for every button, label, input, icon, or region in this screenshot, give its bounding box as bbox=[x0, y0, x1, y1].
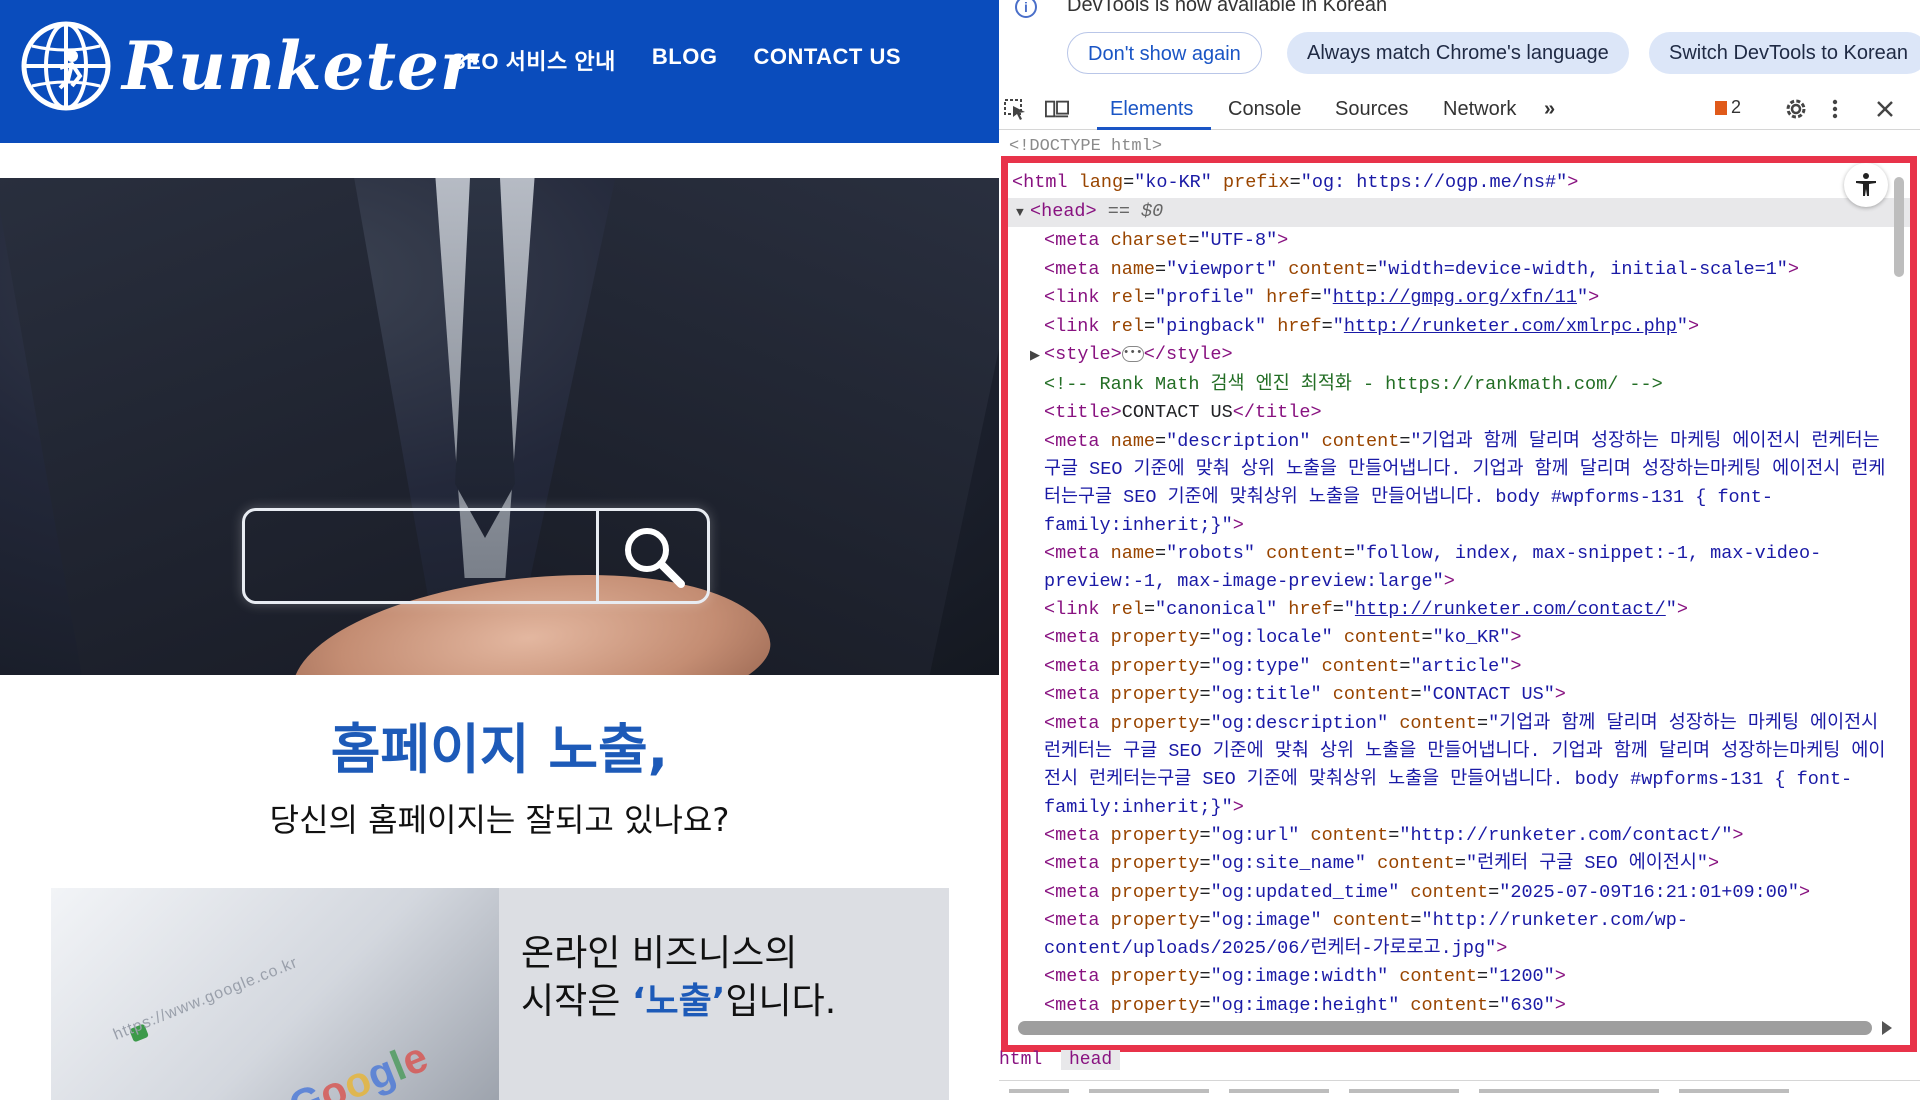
scroll-right-arrow-icon[interactable] bbox=[1882, 1021, 1892, 1035]
infobar-message: DevTools is now available in Korean bbox=[1067, 0, 1388, 16]
breadcrumb-head[interactable]: head bbox=[1061, 1050, 1121, 1070]
hero-image bbox=[0, 178, 999, 675]
dom-node-link[interactable]: <link rel="pingback" href="http://runket… bbox=[1008, 313, 1910, 342]
pingback-link[interactable]: http://runketer.com/xmlrpc.php bbox=[1344, 316, 1677, 337]
dom-node-meta-og-description[interactable]: <meta property="og:description" content=… bbox=[1008, 710, 1910, 822]
accessibility-icon[interactable] bbox=[1844, 163, 1888, 207]
language-infobar: i DevTools is now available in Korean Do… bbox=[999, 0, 1920, 88]
ellipsis-icon[interactable]: ••• bbox=[1121, 346, 1144, 363]
dom-node-meta-og-image-height[interactable]: <meta property="og:image:height" content… bbox=[1008, 992, 1910, 1014]
switch-to-korean-button[interactable]: Switch DevTools to Korean bbox=[1649, 32, 1920, 74]
dont-show-again-button[interactable]: Don't show again bbox=[1067, 32, 1262, 74]
highlight-exposure: ‘노출’ bbox=[631, 981, 726, 1022]
tab-elements[interactable]: Elements bbox=[1110, 98, 1193, 121]
profile-link[interactable]: http://gmpg.org/xfn/11 bbox=[1333, 287, 1577, 308]
inspect-element-icon[interactable] bbox=[1003, 98, 1027, 120]
search-icon bbox=[599, 511, 707, 601]
issue-flag-icon bbox=[1715, 101, 1727, 115]
logo-wordmark: Runketer bbox=[122, 27, 476, 105]
tab-network[interactable]: Network bbox=[1443, 98, 1516, 121]
breadcrumb-html[interactable]: html bbox=[999, 1050, 1042, 1070]
dom-tree: <html lang="ko-KR" prefix="og: https://o… bbox=[1008, 163, 1910, 1013]
dom-node-meta-og[interactable]: <meta property="og:site_name" content="런… bbox=[1008, 850, 1910, 879]
expand-triangle-icon[interactable]: ▼ bbox=[1016, 199, 1030, 228]
horizontal-scrollbar[interactable] bbox=[1018, 1021, 1872, 1035]
selected-node-ref: == $0 bbox=[1107, 200, 1164, 222]
site-header: Runketer SEO 서비스 안내 BLOG CONTACT US bbox=[0, 0, 999, 143]
dom-node-meta-og[interactable]: <meta property="og:title" content="CONTA… bbox=[1008, 681, 1910, 710]
canonical-link[interactable]: http://runketer.com/contact/ bbox=[1355, 599, 1666, 620]
dom-node-meta-og[interactable]: <meta property="og:type" content="articl… bbox=[1008, 653, 1910, 682]
nav-contact-us[interactable]: CONTACT US bbox=[753, 44, 901, 76]
search-field-graphic bbox=[245, 511, 599, 601]
more-tabs-chevron-icon[interactable]: » bbox=[1544, 98, 1555, 121]
nav-blog[interactable]: BLOG bbox=[652, 44, 718, 76]
website-viewport: Runketer SEO 서비스 안내 BLOG CONTACT US 홈페이지… bbox=[0, 0, 999, 1100]
dom-node-style[interactable]: ▶ <style>•••</style> bbox=[1008, 341, 1910, 371]
dom-node-html[interactable]: <html lang="ko-KR" prefix="og: https://o… bbox=[1008, 169, 1910, 198]
styles-tabbar-partial bbox=[999, 1080, 1920, 1100]
collapse-triangle-icon[interactable]: ▶ bbox=[1030, 342, 1044, 371]
dom-node-title[interactable]: <title>CONTACT US</title> bbox=[1008, 399, 1910, 428]
device-toolbar-icon[interactable] bbox=[1045, 98, 1069, 120]
main-nav: SEO 서비스 안내 BLOG CONTACT US bbox=[451, 44, 901, 76]
google-logo: Google bbox=[282, 1032, 435, 1100]
vertical-scrollbar[interactable] bbox=[1894, 177, 1904, 277]
dom-node-meta[interactable]: <meta name="viewport" content="width=dev… bbox=[1008, 256, 1910, 285]
intro-line-2: 시작은 ‘노출’입니다. bbox=[521, 981, 837, 1022]
dom-node-meta-robots[interactable]: <meta name="robots" content="follow, ind… bbox=[1008, 540, 1910, 596]
info-icon: i bbox=[1015, 0, 1037, 18]
dom-node-meta-og[interactable]: <meta property="og:locale" content="ko_K… bbox=[1008, 624, 1910, 653]
dom-breadcrumbs: html head bbox=[999, 1046, 1920, 1076]
close-icon[interactable] bbox=[1873, 98, 1897, 120]
photo-url-text: https://www.google.co.kr bbox=[111, 954, 301, 1044]
dom-tree-highlighted: <html lang="ko-KR" prefix="og: https://o… bbox=[1001, 156, 1917, 1052]
dom-node-link[interactable]: <link rel="profile" href="http://gmpg.or… bbox=[1008, 284, 1910, 313]
more-options-icon[interactable] bbox=[1829, 98, 1841, 120]
intro-card: https://www.google.co.kr Google 온라인 비즈니스… bbox=[51, 888, 949, 1100]
issues-badge[interactable]: 2 bbox=[1715, 97, 1741, 118]
devtools-panel: i DevTools is now available in Korean Do… bbox=[999, 0, 1920, 1100]
always-match-language-button[interactable]: Always match Chrome's language bbox=[1287, 32, 1629, 74]
dom-node-meta-og[interactable]: <meta property="og:updated_time" content… bbox=[1008, 879, 1910, 908]
dom-node-meta-og-image[interactable]: <meta property="og:image" content="http:… bbox=[1008, 907, 1910, 963]
intro-card-text: 온라인 비즈니스의 시작은 ‘노출’입니다. bbox=[521, 930, 836, 1026]
tab-console[interactable]: Console bbox=[1228, 98, 1301, 121]
active-tab-indicator bbox=[1097, 127, 1211, 130]
nav-seo-service[interactable]: SEO 서비스 안내 bbox=[451, 44, 616, 76]
devtools-tabbar: Elements Console Sources Network » 2 bbox=[999, 88, 1920, 130]
dom-comment-rankmath[interactable]: <!-- Rank Math 검색 엔진 최적화 - https://rankm… bbox=[1008, 371, 1910, 400]
settings-gear-icon[interactable] bbox=[1783, 96, 1809, 122]
dom-node-meta-og[interactable]: <meta property="og:url" content="http://… bbox=[1008, 822, 1910, 851]
dom-node-head[interactable]: ▼ <head> == $0 bbox=[1008, 197, 1910, 228]
globe-logo-icon bbox=[21, 21, 111, 111]
dom-node-meta[interactable]: <meta charset="UTF-8"> bbox=[1008, 227, 1910, 256]
page-headline: 홈페이지 노출, bbox=[330, 718, 669, 781]
browser-photo: https://www.google.co.kr Google bbox=[51, 888, 499, 1100]
doctype-line[interactable]: <!DOCTYPE html> bbox=[1009, 137, 1162, 156]
dom-node-meta-og-image-width[interactable]: <meta property="og:image:width" content=… bbox=[1008, 963, 1910, 992]
dom-node-link-canonical[interactable]: <link rel="canonical" href="http://runke… bbox=[1008, 596, 1910, 625]
page-subheadline: 당신의 홈페이지는 잘되고 있나요? bbox=[269, 801, 730, 839]
intro-line-1: 온라인 비즈니스의 bbox=[521, 933, 798, 974]
tab-sources[interactable]: Sources bbox=[1335, 98, 1408, 121]
hero-search-graphic bbox=[242, 508, 710, 604]
site-logo[interactable]: Runketer bbox=[20, 20, 476, 112]
dom-node-meta-description[interactable]: <meta name="description" content="기업과 함께… bbox=[1008, 428, 1910, 540]
